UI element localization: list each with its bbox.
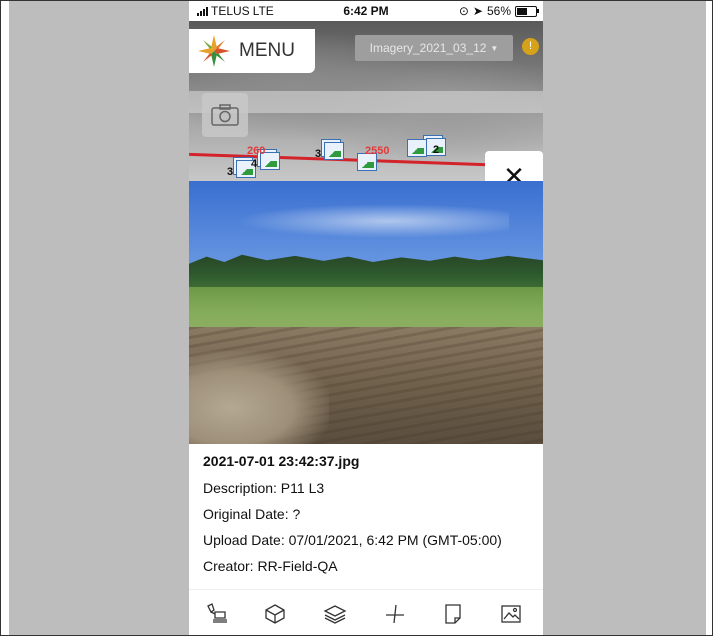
photo-stack-icon <box>324 142 344 160</box>
phone-screen: TELUS LTE 6:42 PM ⊙ ➤ 56% MENU Imagery_2… <box>189 1 543 635</box>
camera-icon <box>211 104 239 126</box>
photo-description: Description: P11 L3 <box>203 480 325 496</box>
photo-marker[interactable]: 3 <box>315 139 344 161</box>
status-bar: TELUS LTE 6:42 PM ⊙ ➤ 56% <box>189 1 543 21</box>
image-icon <box>501 605 521 623</box>
close-icon: ✕ <box>503 160 525 184</box>
left-background <box>9 1 189 635</box>
layers-icon <box>323 605 347 624</box>
photo-original-date: Original Date: ? <box>203 506 301 522</box>
gallery-button[interactable] <box>499 602 523 626</box>
battery-icon <box>515 5 539 17</box>
imagery-selector-value: Imagery_2021_03_12 <box>369 41 487 55</box>
map-view[interactable]: MENU Imagery_2021_03_12 ▼ ! 3 4 3 2 2550… <box>189 21 543 183</box>
station-label: 2550 <box>365 145 390 157</box>
menu-label: MENU <box>239 40 295 61</box>
chevron-down-icon: ▼ <box>490 43 499 53</box>
treeline <box>189 254 543 289</box>
photo-marker[interactable] <box>405 139 429 161</box>
battery-percent: 56% <box>486 4 511 18</box>
site-photo <box>189 181 543 444</box>
note-icon <box>445 604 461 624</box>
screenshot-frame: TELUS LTE 6:42 PM ⊙ ➤ 56% MENU Imagery_2… <box>0 0 713 636</box>
camera-button[interactable] <box>202 93 248 137</box>
marker-count: 4 <box>251 158 258 170</box>
grass-field <box>189 287 543 331</box>
excavator-icon <box>207 603 227 623</box>
location-arrow-icon: ➤ <box>472 4 483 18</box>
orientation-lock-icon: ⊙ <box>458 4 469 18</box>
marker-count: 2 <box>433 144 440 156</box>
photo-marker[interactable]: 3 <box>227 157 256 179</box>
photo-creator: Creator: RR-Field-QA <box>203 558 338 574</box>
notes-button[interactable] <box>441 602 465 626</box>
measure-icon <box>386 604 404 624</box>
soil-pile <box>189 351 329 444</box>
info-badge[interactable]: ! <box>522 38 539 55</box>
photo-upload-date: Upload Date: 07/01/2021, 6:42 PM (GMT-05… <box>203 532 502 548</box>
bottom-toolbar <box>189 589 543 635</box>
marker-count: 3 <box>227 166 234 178</box>
right-background <box>543 1 706 635</box>
status-right: ⊙ ➤ 56% <box>458 4 539 18</box>
marker-count: 3 <box>315 148 322 160</box>
station-label: 260 <box>247 145 266 157</box>
layers-button[interactable] <box>323 602 347 626</box>
close-button[interactable]: ✕ <box>485 151 543 183</box>
photo-icon <box>407 139 427 157</box>
compass-logo-icon <box>198 35 230 67</box>
3d-view-button[interactable] <box>263 602 287 626</box>
excavator-button[interactable] <box>205 602 229 626</box>
photo-details: 2021-07-01 23:42:37.jpg Description: P11… <box>203 453 533 579</box>
imagery-selector[interactable]: Imagery_2021_03_12 ▼ <box>355 35 513 61</box>
menu-button[interactable]: MENU <box>189 29 315 73</box>
cube-icon <box>265 604 285 624</box>
measure-button[interactable] <box>383 602 407 626</box>
photo-filename: 2021-07-01 23:42:37.jpg <box>203 453 360 469</box>
